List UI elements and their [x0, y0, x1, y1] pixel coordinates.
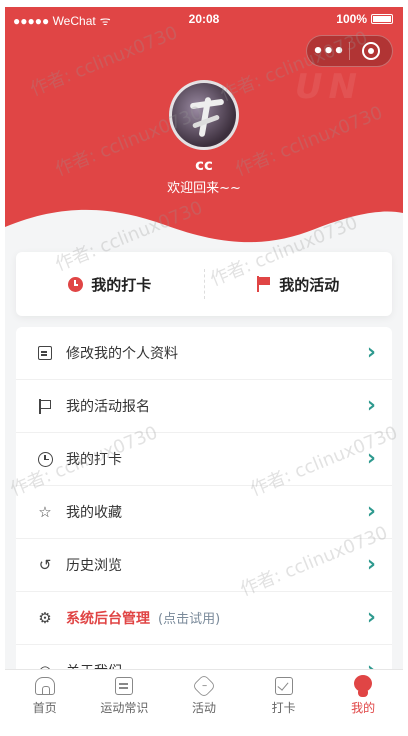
app-screen: UN ●●●●● WeChat ᯤ 20:08 100% ••• cc 欢迎回来…	[5, 7, 403, 721]
tab-me[interactable]: 我的	[323, 670, 403, 721]
tab-label: 活动	[191, 701, 216, 715]
menu-item-favorites[interactable]: ☆ 我的收藏 ›	[16, 486, 392, 539]
flag-icon	[36, 397, 54, 415]
user-name: cc	[195, 156, 213, 174]
settings-menu: 修改我的个人资料 › 我的活动报名 › 我的打卡 › ☆ 我的收藏 › ↺ 历史…	[16, 327, 392, 687]
tab-checkin[interactable]: 打卡	[244, 670, 324, 721]
battery-icon	[371, 14, 393, 24]
profile-header: UN ●●●●● WeChat ᯤ 20:08 100% ••• cc 欢迎回来…	[5, 7, 403, 252]
menu-item-history[interactable]: ↺ 历史浏览 ›	[16, 539, 392, 592]
trial-hint: (点击试用)	[158, 612, 221, 627]
tab-activity[interactable]: 活动	[164, 670, 244, 721]
chevron-right-icon: ›	[366, 605, 376, 630]
header-wave	[5, 209, 403, 252]
my-activity-label: 我的活动	[279, 275, 340, 294]
more-button[interactable]: •••	[307, 41, 349, 62]
tab-label: 运动常识	[100, 701, 149, 715]
bottom-tab-bar: 首页 运动常识 活动 打卡 我的	[5, 669, 403, 721]
chevron-right-icon: ›	[366, 393, 376, 418]
star-icon: ☆	[38, 503, 52, 521]
close-miniprogram-button[interactable]	[350, 42, 392, 60]
clock-icon	[68, 276, 84, 292]
tab-label: 打卡	[271, 701, 296, 715]
gear-icon: ⚙	[38, 609, 52, 627]
menu-item-label: 我的收藏	[66, 505, 122, 521]
menu-item-admin-panel[interactable]: ⚙ 系统后台管理 (点击试用) ›	[16, 592, 392, 645]
menu-item-label: 我的打卡	[66, 452, 122, 468]
menu-item-label: 历史浏览	[66, 558, 122, 574]
menu-item-checkins[interactable]: 我的打卡 ›	[16, 433, 392, 486]
battery-percent: 100%	[336, 12, 367, 26]
edit-icon	[36, 344, 54, 362]
status-bar: ●●●●● WeChat ᯤ 20:08 100%	[5, 7, 403, 31]
quick-actions-card: 我的打卡 我的活动	[16, 252, 392, 316]
home-icon	[34, 675, 56, 697]
profile-icon	[352, 675, 374, 697]
history-icon: ↺	[38, 556, 52, 574]
target-icon	[362, 42, 380, 60]
header-decoration: UN	[294, 67, 363, 107]
activity-icon	[191, 673, 217, 699]
checkin-icon	[273, 675, 295, 697]
clock-icon	[36, 450, 54, 468]
battery-status: 100%	[336, 12, 393, 26]
document-icon	[113, 675, 135, 697]
chevron-right-icon: ›	[366, 446, 376, 471]
welcome-text: 欢迎回来~~	[167, 181, 241, 196]
miniprogram-capsule: •••	[306, 35, 393, 67]
my-checkin-label: 我的打卡	[91, 275, 152, 294]
menu-item-label: 修改我的个人资料	[66, 346, 178, 362]
tab-home[interactable]: 首页	[5, 670, 85, 721]
chevron-right-icon: ›	[366, 499, 376, 524]
tab-label: 首页	[32, 701, 57, 715]
flag-icon	[257, 276, 271, 292]
chevron-right-icon: ›	[366, 552, 376, 577]
my-checkin-button[interactable]: 我的打卡	[16, 274, 204, 295]
menu-item-label: 系统后台管理 (点击试用)	[66, 608, 367, 628]
tab-label: 我的	[351, 701, 376, 715]
menu-item-label: 我的活动报名	[66, 399, 150, 415]
my-activity-button[interactable]: 我的活动	[205, 274, 393, 295]
admin-label: 系统后台管理	[66, 611, 150, 627]
chevron-right-icon: ›	[366, 340, 376, 365]
menu-item-activity-signups[interactable]: 我的活动报名 ›	[16, 380, 392, 433]
tab-sports-knowledge[interactable]: 运动常识	[85, 670, 165, 721]
avatar[interactable]	[169, 80, 239, 150]
menu-item-edit-profile[interactable]: 修改我的个人资料 ›	[16, 327, 392, 380]
